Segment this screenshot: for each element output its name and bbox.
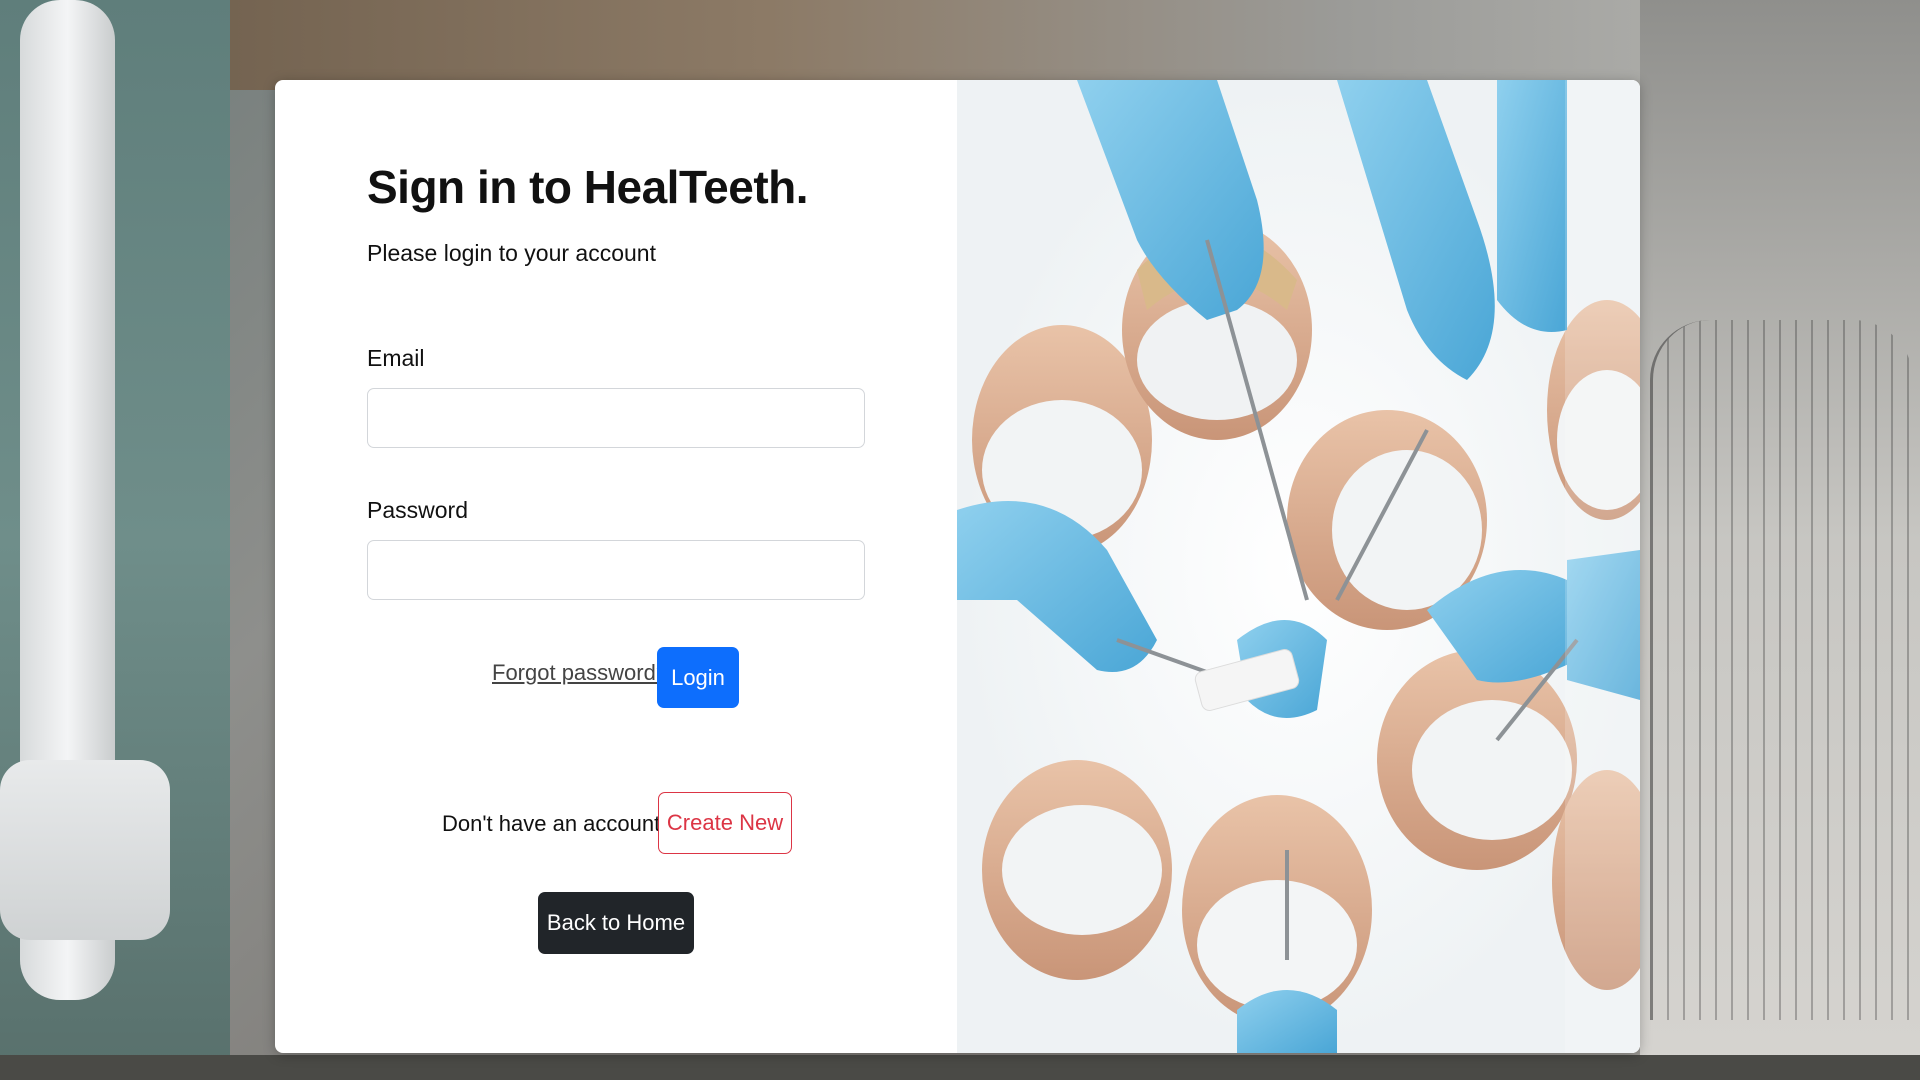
login-actions: Forgot password? Login	[275, 646, 957, 708]
login-form: Sign in to HealTeeth. Please login to yo…	[275, 80, 957, 1053]
background-ceiling	[0, 0, 1920, 90]
page-title: Sign in to HealTeeth.	[367, 161, 809, 213]
page-subtitle: Please login to your account	[367, 240, 656, 266]
signup-row: Don't have an account? Create New	[275, 792, 957, 854]
email-label: Email	[367, 345, 425, 371]
forgot-password-link[interactable]: Forgot password?	[492, 660, 668, 686]
password-field[interactable]	[367, 540, 865, 600]
back-to-home-button[interactable]: Back to Home	[538, 892, 694, 954]
background-xray-head	[0, 760, 170, 940]
dentists-team-illustration	[957, 80, 1640, 1053]
login-button[interactable]: Login	[657, 647, 739, 708]
background-wall-drawing	[1650, 320, 1913, 1020]
no-account-text: Don't have an account?	[442, 811, 673, 836]
login-card: Sign in to HealTeeth. Please login to yo…	[275, 80, 1640, 1053]
hero-image	[957, 80, 1640, 1053]
create-new-button[interactable]: Create New	[658, 792, 792, 854]
email-field[interactable]	[367, 388, 865, 448]
password-label: Password	[367, 497, 468, 523]
background-floor	[0, 1055, 1920, 1080]
